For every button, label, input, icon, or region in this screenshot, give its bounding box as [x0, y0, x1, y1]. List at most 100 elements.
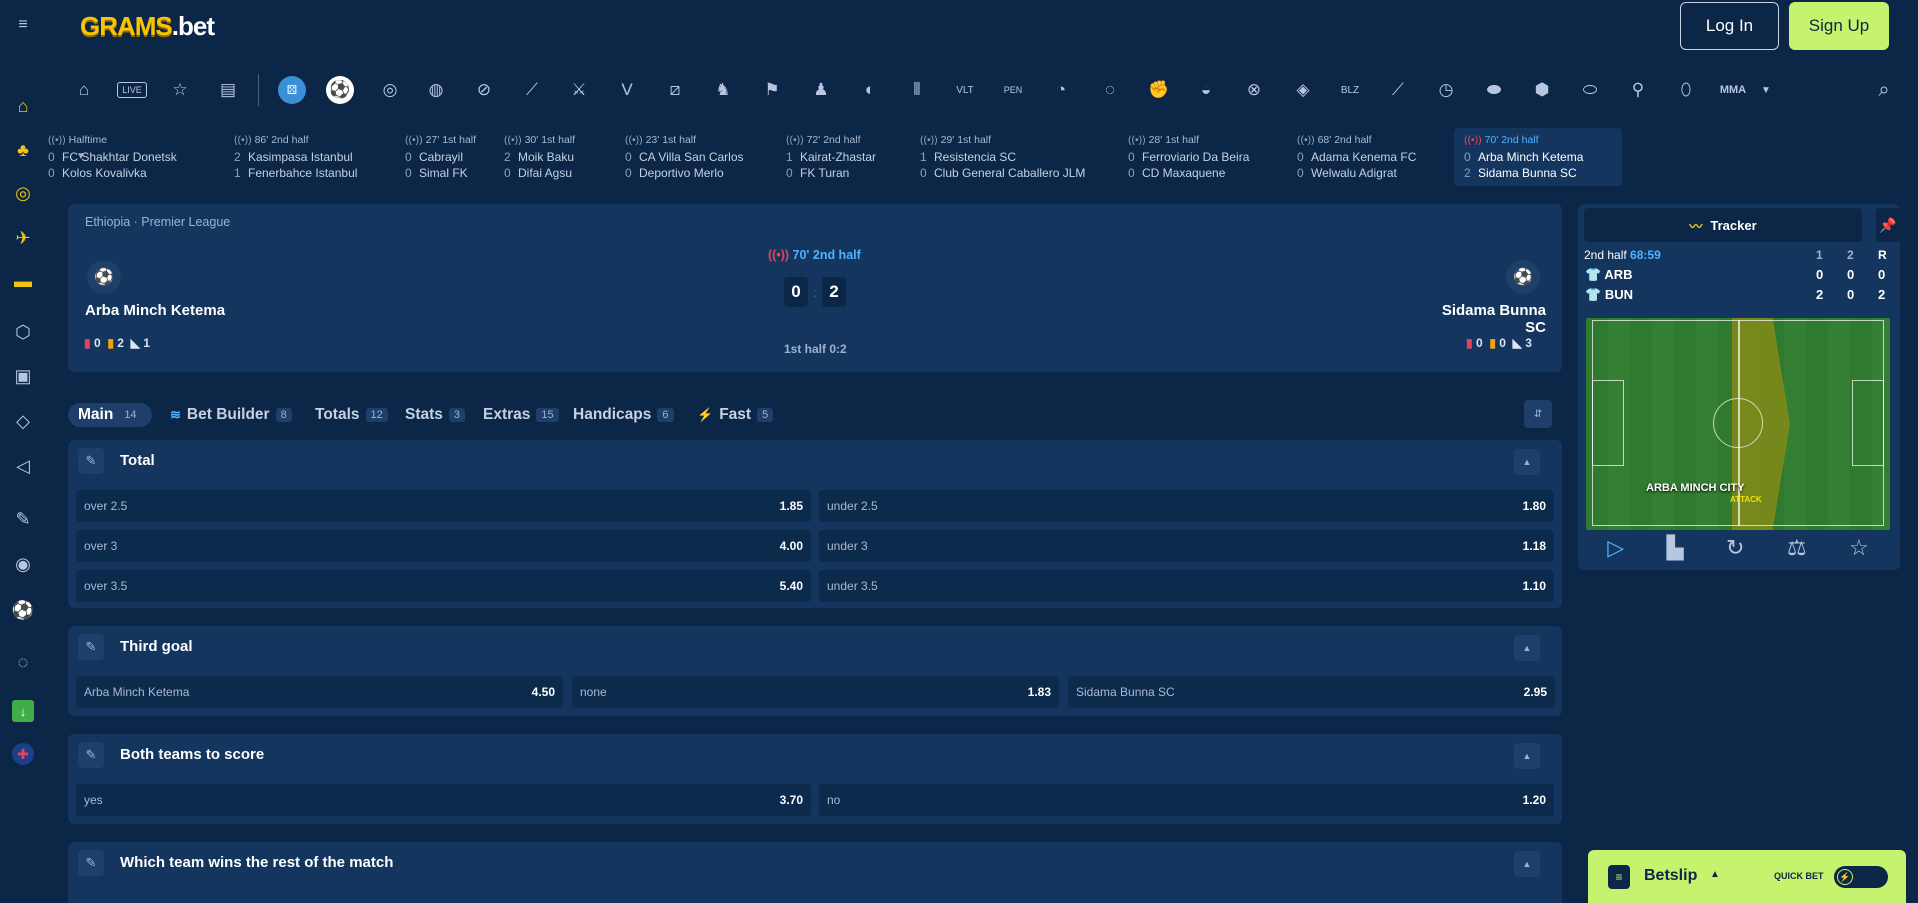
flag-uk-icon[interactable]: ✚	[12, 743, 34, 765]
chevron-up-icon[interactable]: ▲	[1514, 449, 1540, 475]
odd-button[interactable]: Sidama Bunna SC 2.95	[1068, 676, 1555, 708]
play-icon[interactable]: ▷	[1607, 535, 1624, 561]
quick-bet-toggle[interactable]: ⚡	[1834, 866, 1888, 888]
live-football-icon[interactable]: ◎	[376, 76, 404, 104]
basketball-icon[interactable]: ◍	[422, 76, 450, 104]
counter-strike-icon[interactable]: ⚔	[565, 76, 593, 104]
ticker-match[interactable]: ((•)) 29' 1st half 1 Resistencia SC 0 Club G…	[910, 128, 1112, 186]
chess-icon[interactable]: ♞	[709, 76, 737, 104]
tab-totals[interactable]: Totals 12	[315, 403, 388, 427]
ticker-match[interactable]: ((•)) 68' 2nd half 0 Adama Kenema FC 0 Welwa…	[1287, 128, 1447, 186]
tab-fast[interactable]: ⚡ Fast 5	[697, 403, 774, 427]
penalty-icon[interactable]: PEN	[999, 76, 1027, 104]
bat-icon[interactable]: ⟋	[1384, 76, 1412, 104]
collapse-all-icon[interactable]: ⇵	[1524, 400, 1552, 428]
history-icon[interactable]: ↻	[1726, 535, 1744, 561]
tab-bet-builder[interactable]: ≋ Bet Builder 8	[170, 403, 292, 427]
tab-extras[interactable]: Extras 15	[483, 403, 559, 427]
blitz-icon[interactable]: BLZ	[1336, 76, 1364, 104]
odd-button[interactable]: Arba Minch Ketema 4.50	[76, 676, 563, 708]
handball-icon[interactable]: ◒	[1192, 76, 1220, 104]
ticker-match[interactable]: ((•)) 70' 2nd half 0 Arba Minch Ketema 2 Sid…	[1454, 128, 1622, 186]
odd-button[interactable]: yes 3.70	[76, 784, 811, 816]
ticket-icon[interactable]: ✎	[11, 507, 35, 531]
vip-diamond-icon[interactable]: ◇	[11, 409, 35, 433]
ticker-match[interactable]: ((•)) 72' 2nd half 1 Kairat-Zhastar 0 FK Tur…	[776, 128, 904, 186]
volleyball-icon[interactable]: ◐	[856, 76, 884, 104]
fifa-icon[interactable]: ♟	[807, 76, 835, 104]
pin-icon[interactable]: ✎	[78, 634, 104, 660]
football-sport-icon[interactable]: ⚽	[326, 76, 354, 104]
snooker-icon[interactable]: ⬭	[1576, 76, 1604, 104]
pin-icon[interactable]: ✎	[78, 742, 104, 768]
ticker-match[interactable]: ((•)) 28' 1st half 0 Ferroviario Da Beira 0…	[1118, 128, 1281, 186]
tab-main[interactable]: Main 14	[68, 403, 152, 427]
ticker-match[interactable]: ((•)) 23' 1st half 0 CA Villa San Carlos 0 D…	[615, 128, 770, 186]
odd-button[interactable]: no 1.20	[819, 784, 1554, 816]
hockey-icon[interactable]: ⟋	[518, 76, 546, 104]
casino-icon[interactable]: ◎	[11, 181, 35, 205]
odd-button[interactable]: over 2.5 1.85	[76, 490, 811, 522]
live-icon[interactable]: LIVE	[117, 82, 147, 98]
volta-icon[interactable]: VLT	[951, 76, 979, 104]
ticker-match[interactable]: ((•)) 27' 1st half 0 Cabrayil 0 Simal FK	[395, 128, 490, 186]
home-sport-icon[interactable]: ⌂	[70, 76, 98, 104]
tracker-header[interactable]: 〰 Tracker	[1584, 208, 1862, 242]
football-icon[interactable]: ⚽	[11, 598, 35, 622]
ticker-status: ((•)) 27' 1st half	[405, 134, 476, 146]
odd-button[interactable]: over 3.5 5.40	[76, 570, 811, 602]
star-icon[interactable]: ☆	[1849, 535, 1869, 561]
mma-icon[interactable]: MMA	[1719, 76, 1747, 104]
rugby-ball-icon[interactable]: ⬯	[1672, 76, 1700, 104]
gift-icon[interactable]: ▣	[11, 364, 35, 388]
badminton-icon[interactable]: ◈	[1289, 76, 1317, 104]
rugby-icon[interactable]: ⬢	[1528, 76, 1556, 104]
cricket-icon[interactable]: ⊗	[1240, 76, 1268, 104]
megaphone-icon[interactable]: ◁	[11, 454, 35, 478]
pin-icon[interactable]: ✎	[78, 448, 104, 474]
ping-icon[interactable]: ◌	[1096, 76, 1124, 104]
fist-icon[interactable]: ✊	[1145, 76, 1173, 104]
tab-stats[interactable]: Stats 3	[405, 403, 466, 427]
league-name[interactable]: Ethiopia · Premier League	[85, 215, 230, 229]
ticker-away-team: Club General Caballero JLM	[934, 166, 1086, 180]
chevron-up-icon[interactable]: ▲	[1514, 743, 1540, 769]
stats-chart-icon[interactable]: ▙	[1667, 535, 1684, 561]
dota-icon[interactable]: ⧄	[661, 76, 689, 104]
ticker-match[interactable]: ((•)) Halftime 0 FC Shakhtar Donetsk 0 Kolos…	[38, 128, 218, 186]
racing-flag-icon[interactable]: ⚑	[758, 76, 786, 104]
golf-icon[interactable]: ⚲	[1624, 76, 1652, 104]
odd-button[interactable]: over 3 4.00	[76, 530, 811, 562]
chevron-down-icon[interactable]: ▼	[1752, 76, 1780, 104]
pin-tracker-icon[interactable]: 📌	[1876, 208, 1900, 242]
betslip-history-icon[interactable]: ▤	[214, 76, 242, 104]
table-tennis-icon[interactable]: ◔	[1047, 76, 1075, 104]
search-icon[interactable]: ⌕	[1870, 76, 1898, 104]
tennis-icon[interactable]: ⊘	[470, 76, 498, 104]
bowling-icon[interactable]: ◷	[1432, 76, 1460, 104]
valorant-icon[interactable]: V	[613, 76, 641, 104]
other-sport-icon[interactable]: ⫴	[903, 76, 931, 104]
tab-handicaps[interactable]: Handicaps 6	[573, 403, 674, 427]
slots-icon[interactable]: ♣	[11, 138, 35, 162]
odd-button[interactable]: under 2.5 1.80	[819, 490, 1554, 522]
favorites-icon[interactable]: ☆	[166, 76, 194, 104]
esports-icon[interactable]: ⚄	[278, 76, 306, 104]
chevron-up-icon[interactable]: ▲	[1514, 635, 1540, 661]
virtual-icon[interactable]: ◉	[11, 552, 35, 576]
betslip-bar[interactable]: ≡ Betslip ▲ QUICK BET ⚡	[1588, 850, 1906, 903]
odd-button[interactable]: under 3 1.18	[819, 530, 1554, 562]
rocket-icon[interactable]: ✈	[11, 226, 35, 250]
download-icon[interactable]: ↓	[12, 700, 34, 722]
promo-icon[interactable]: ⬡	[11, 320, 35, 344]
chat-icon[interactable]: ◌	[11, 650, 35, 674]
ticker-match[interactable]: ((•)) 30' 1st half 2 Moik Baku 0 Difai Agsu	[494, 128, 610, 186]
balance-icon[interactable]: ⚖	[1787, 535, 1807, 561]
tv-games-icon[interactable]: ▬	[11, 269, 35, 293]
ticker-match[interactable]: ((•)) 86' 2nd half 2 Kasimpasa Istanbul 1 Fe…	[224, 128, 390, 186]
odd-button[interactable]: under 3.5 1.10	[819, 570, 1554, 602]
odd-button[interactable]: none 1.83	[572, 676, 1059, 708]
pin-icon[interactable]: ✎	[78, 850, 104, 876]
american-football-icon[interactable]: ⬬	[1480, 76, 1508, 104]
chevron-up-icon[interactable]: ▲	[1514, 851, 1540, 877]
